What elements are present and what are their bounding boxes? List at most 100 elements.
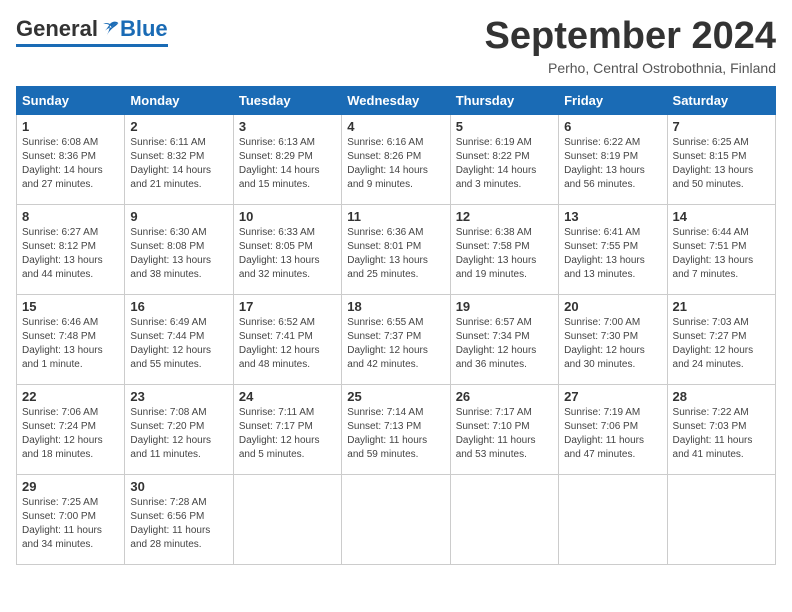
day-number: 12 — [456, 209, 553, 224]
day-info: Sunrise: 7:00 AMSunset: 7:30 PMDaylight:… — [564, 317, 645, 370]
calendar-week-row-4: 22 Sunrise: 7:06 AMSunset: 7:24 PMDaylig… — [17, 384, 776, 474]
day-number: 5 — [456, 119, 553, 134]
calendar-cell — [233, 474, 341, 564]
day-info: Sunrise: 6:30 AMSunset: 8:08 PMDaylight:… — [130, 227, 211, 280]
calendar-header-thursday: Thursday — [450, 86, 558, 114]
day-number: 20 — [564, 299, 661, 314]
day-info: Sunrise: 6:25 AMSunset: 8:15 PMDaylight:… — [673, 137, 754, 190]
day-info: Sunrise: 6:22 AMSunset: 8:19 PMDaylight:… — [564, 137, 645, 190]
calendar-week-row-2: 8 Sunrise: 6:27 AMSunset: 8:12 PMDayligh… — [17, 204, 776, 294]
day-info: Sunrise: 7:03 AMSunset: 7:27 PMDaylight:… — [673, 317, 754, 370]
day-info: Sunrise: 6:57 AMSunset: 7:34 PMDaylight:… — [456, 317, 537, 370]
calendar-week-row-1: 1 Sunrise: 6:08 AMSunset: 8:36 PMDayligh… — [17, 114, 776, 204]
day-number: 6 — [564, 119, 661, 134]
day-info: Sunrise: 7:14 AMSunset: 7:13 PMDaylight:… — [347, 407, 427, 460]
calendar-cell: 21 Sunrise: 7:03 AMSunset: 7:27 PMDaylig… — [667, 294, 775, 384]
day-number: 16 — [130, 299, 227, 314]
title-block: September 2024 Perho, Central Ostrobothn… — [485, 16, 777, 76]
day-number: 28 — [673, 389, 770, 404]
day-number: 25 — [347, 389, 444, 404]
day-number: 7 — [673, 119, 770, 134]
calendar-cell: 30 Sunrise: 7:28 AMSunset: 6:56 PMDaylig… — [125, 474, 233, 564]
calendar-header-friday: Friday — [559, 86, 667, 114]
logo: General Blue — [16, 16, 168, 47]
day-info: Sunrise: 6:36 AMSunset: 8:01 PMDaylight:… — [347, 227, 428, 280]
day-info: Sunrise: 7:06 AMSunset: 7:24 PMDaylight:… — [22, 407, 103, 460]
day-info: Sunrise: 7:08 AMSunset: 7:20 PMDaylight:… — [130, 407, 211, 460]
day-number: 27 — [564, 389, 661, 404]
day-number: 30 — [130, 479, 227, 494]
calendar-header-monday: Monday — [125, 86, 233, 114]
day-info: Sunrise: 7:11 AMSunset: 7:17 PMDaylight:… — [239, 407, 320, 460]
day-number: 29 — [22, 479, 119, 494]
day-number: 3 — [239, 119, 336, 134]
day-info: Sunrise: 6:46 AMSunset: 7:48 PMDaylight:… — [22, 317, 103, 370]
calendar-cell: 6 Sunrise: 6:22 AMSunset: 8:19 PMDayligh… — [559, 114, 667, 204]
calendar-cell: 18 Sunrise: 6:55 AMSunset: 7:37 PMDaylig… — [342, 294, 450, 384]
day-info: Sunrise: 6:55 AMSunset: 7:37 PMDaylight:… — [347, 317, 428, 370]
day-info: Sunrise: 7:17 AMSunset: 7:10 PMDaylight:… — [456, 407, 536, 460]
calendar-cell: 1 Sunrise: 6:08 AMSunset: 8:36 PMDayligh… — [17, 114, 125, 204]
calendar-header-row: SundayMondayTuesdayWednesdayThursdayFrid… — [17, 86, 776, 114]
calendar-cell: 20 Sunrise: 7:00 AMSunset: 7:30 PMDaylig… — [559, 294, 667, 384]
calendar-cell — [450, 474, 558, 564]
calendar-cell — [342, 474, 450, 564]
day-number: 22 — [22, 389, 119, 404]
day-number: 18 — [347, 299, 444, 314]
calendar-header-tuesday: Tuesday — [233, 86, 341, 114]
calendar-cell: 25 Sunrise: 7:14 AMSunset: 7:13 PMDaylig… — [342, 384, 450, 474]
calendar-cell: 10 Sunrise: 6:33 AMSunset: 8:05 PMDaylig… — [233, 204, 341, 294]
calendar-cell: 7 Sunrise: 6:25 AMSunset: 8:15 PMDayligh… — [667, 114, 775, 204]
calendar-cell — [667, 474, 775, 564]
calendar-cell: 9 Sunrise: 6:30 AMSunset: 8:08 PMDayligh… — [125, 204, 233, 294]
calendar-cell: 14 Sunrise: 6:44 AMSunset: 7:51 PMDaylig… — [667, 204, 775, 294]
day-info: Sunrise: 6:13 AMSunset: 8:29 PMDaylight:… — [239, 137, 320, 190]
calendar-cell: 26 Sunrise: 7:17 AMSunset: 7:10 PMDaylig… — [450, 384, 558, 474]
calendar-cell: 15 Sunrise: 6:46 AMSunset: 7:48 PMDaylig… — [17, 294, 125, 384]
day-number: 11 — [347, 209, 444, 224]
calendar-cell: 8 Sunrise: 6:27 AMSunset: 8:12 PMDayligh… — [17, 204, 125, 294]
calendar-cell: 13 Sunrise: 6:41 AMSunset: 7:55 PMDaylig… — [559, 204, 667, 294]
day-number: 17 — [239, 299, 336, 314]
location-subtitle: Perho, Central Ostrobothnia, Finland — [485, 60, 777, 76]
calendar-table: SundayMondayTuesdayWednesdayThursdayFrid… — [16, 86, 776, 565]
logo-general: General — [16, 16, 98, 42]
day-info: Sunrise: 6:08 AMSunset: 8:36 PMDaylight:… — [22, 137, 103, 190]
calendar-week-row-5: 29 Sunrise: 7:25 AMSunset: 7:00 PMDaylig… — [17, 474, 776, 564]
calendar-header-wednesday: Wednesday — [342, 86, 450, 114]
day-number: 14 — [673, 209, 770, 224]
calendar-cell: 28 Sunrise: 7:22 AMSunset: 7:03 PMDaylig… — [667, 384, 775, 474]
calendar-cell: 29 Sunrise: 7:25 AMSunset: 7:00 PMDaylig… — [17, 474, 125, 564]
calendar-cell: 11 Sunrise: 6:36 AMSunset: 8:01 PMDaylig… — [342, 204, 450, 294]
logo-underline — [16, 44, 168, 47]
page-header: General Blue September 2024 Perho, Centr… — [16, 16, 776, 76]
day-info: Sunrise: 6:38 AMSunset: 7:58 PMDaylight:… — [456, 227, 537, 280]
logo-bird-icon — [100, 19, 120, 39]
month-title: September 2024 — [485, 16, 777, 58]
day-number: 15 — [22, 299, 119, 314]
calendar-cell: 12 Sunrise: 6:38 AMSunset: 7:58 PMDaylig… — [450, 204, 558, 294]
day-info: Sunrise: 6:33 AMSunset: 8:05 PMDaylight:… — [239, 227, 320, 280]
calendar-cell: 5 Sunrise: 6:19 AMSunset: 8:22 PMDayligh… — [450, 114, 558, 204]
calendar-week-row-3: 15 Sunrise: 6:46 AMSunset: 7:48 PMDaylig… — [17, 294, 776, 384]
calendar-cell — [559, 474, 667, 564]
calendar-cell: 22 Sunrise: 7:06 AMSunset: 7:24 PMDaylig… — [17, 384, 125, 474]
day-info: Sunrise: 6:52 AMSunset: 7:41 PMDaylight:… — [239, 317, 320, 370]
day-number: 2 — [130, 119, 227, 134]
day-number: 26 — [456, 389, 553, 404]
day-info: Sunrise: 7:25 AMSunset: 7:00 PMDaylight:… — [22, 497, 102, 550]
day-info: Sunrise: 7:28 AMSunset: 6:56 PMDaylight:… — [130, 497, 210, 550]
day-info: Sunrise: 7:22 AMSunset: 7:03 PMDaylight:… — [673, 407, 753, 460]
day-info: Sunrise: 6:49 AMSunset: 7:44 PMDaylight:… — [130, 317, 211, 370]
day-number: 13 — [564, 209, 661, 224]
day-number: 8 — [22, 209, 119, 224]
day-number: 9 — [130, 209, 227, 224]
calendar-cell: 23 Sunrise: 7:08 AMSunset: 7:20 PMDaylig… — [125, 384, 233, 474]
day-number: 10 — [239, 209, 336, 224]
day-number: 23 — [130, 389, 227, 404]
calendar-cell: 16 Sunrise: 6:49 AMSunset: 7:44 PMDaylig… — [125, 294, 233, 384]
day-info: Sunrise: 6:44 AMSunset: 7:51 PMDaylight:… — [673, 227, 754, 280]
day-number: 19 — [456, 299, 553, 314]
day-number: 4 — [347, 119, 444, 134]
calendar-cell: 24 Sunrise: 7:11 AMSunset: 7:17 PMDaylig… — [233, 384, 341, 474]
